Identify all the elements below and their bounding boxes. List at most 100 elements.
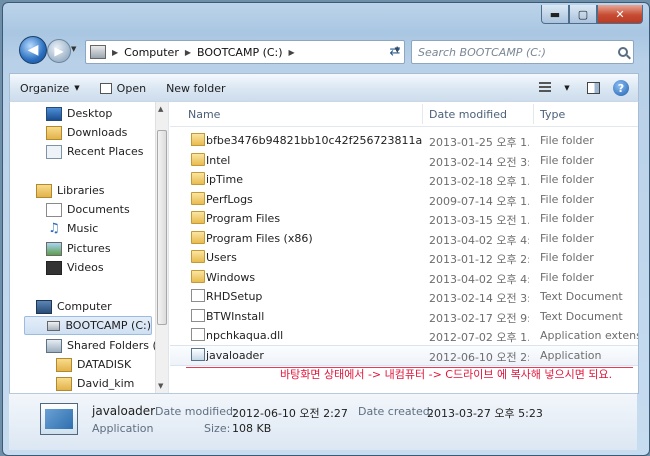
- details-date-modified: 2012-06-10 오전 2:27: [232, 407, 348, 420]
- scroll-down-icon[interactable]: ▼: [158, 382, 163, 390]
- breadcrumb-bootcamp[interactable]: BOOTCAMP (C:): [197, 46, 283, 59]
- file-date: 2013-02-18 오후 1...: [429, 175, 529, 188]
- file-date: 2013-01-25 오후 1...: [429, 136, 529, 149]
- new-folder-button[interactable]: New folder: [156, 74, 235, 102]
- details-file-type: Application: [92, 422, 154, 435]
- application-icon: [40, 403, 78, 435]
- details-pane: javaloader Application Date modified: 20…: [9, 393, 637, 450]
- file-type: File folder: [540, 232, 594, 245]
- nav-item-datadisk[interactable]: DATADISK: [56, 355, 131, 374]
- text-document-icon: [191, 309, 205, 322]
- chevron-right-icon[interactable]: ▶: [185, 48, 191, 57]
- file-row[interactable]: Program Files 2013-03-15 오전 1... File fold…: [170, 209, 638, 228]
- refresh-button[interactable]: ⇄: [383, 40, 407, 62]
- details-date-created-label: Date created:: [358, 405, 434, 418]
- file-row[interactable]: Users 2013-01-12 오후 2:... File folder: [170, 248, 638, 267]
- nav-item-bootcamp[interactable]: BOOTCAMP (C:): [24, 316, 152, 335]
- file-row[interactable]: RHDSetup 2013-02-14 오전 3:... Text Document: [170, 287, 638, 306]
- chevron-right-icon[interactable]: ▶: [112, 48, 118, 57]
- nav-item-label: BOOTCAMP (C:): [65, 319, 151, 332]
- organize-button[interactable]: Organize ▼: [10, 74, 90, 102]
- address-bar[interactable]: ▶ Computer ▶ BOOTCAMP (C:) ▶ ▼: [85, 40, 405, 64]
- nav-item-pictures[interactable]: Pictures: [46, 239, 111, 258]
- nav-item-videos[interactable]: Videos: [46, 258, 104, 277]
- drive-icon: [47, 320, 61, 331]
- details-size: 108 KB: [232, 422, 272, 435]
- command-bar: Organize ▼ Open New folder ▼ ?: [9, 73, 639, 102]
- shared-folder-icon: [46, 338, 62, 353]
- nav-item-desktop[interactable]: Desktop: [46, 104, 112, 123]
- maximize-button[interactable]: ▢: [569, 5, 597, 24]
- file-type: File folder: [540, 173, 594, 186]
- search-box[interactable]: Search BOOTCAMP (C:): [411, 40, 634, 64]
- file-date: 2013-02-14 오전 3:...: [429, 292, 529, 305]
- file-date: 2009-07-14 오후 1...: [429, 195, 529, 208]
- nav-item-label: Shared Folders (\: [67, 339, 161, 352]
- folder-icon: [191, 250, 205, 263]
- scroll-up-icon[interactable]: ▲: [158, 105, 163, 113]
- file-row[interactable]: Intel 2013-02-14 오전 3:... File folder: [170, 151, 638, 170]
- locked-folder-icon: [191, 133, 205, 146]
- recent-pages-dropdown[interactable]: ▼: [71, 45, 76, 53]
- nav-item-music[interactable]: ♫ Music: [46, 219, 98, 238]
- nav-item-david-kim[interactable]: David_kim: [56, 374, 134, 393]
- file-name: ipTime: [206, 173, 243, 186]
- column-header-type[interactable]: Type: [540, 108, 565, 121]
- close-button[interactable]: ✕: [597, 5, 643, 24]
- nav-item-label: Music: [67, 222, 99, 235]
- new-folder-label: New folder: [166, 81, 226, 95]
- file-type: File folder: [540, 271, 594, 284]
- nav-item-shared-folders[interactable]: Shared Folders (\: [46, 336, 160, 355]
- navigation-pane: Desktop Downloads Recent Places Librarie…: [10, 102, 166, 393]
- minimize-button[interactable]: ▬: [541, 5, 569, 24]
- search-input[interactable]: Search BOOTCAMP (C:): [418, 46, 618, 59]
- nav-item-downloads[interactable]: Downloads: [46, 123, 127, 142]
- folder-icon: [191, 270, 205, 283]
- forward-button[interactable]: ▶: [47, 39, 71, 63]
- chevron-right-icon[interactable]: ▶: [289, 48, 295, 57]
- file-row[interactable]: Program Files (x86) 2013-04-02 오후 4:... Fi…: [170, 229, 638, 248]
- text-document-icon: [191, 289, 205, 302]
- details-date-created: 2013-03-27 오후 5:23: [427, 407, 543, 420]
- file-type: Application: [540, 349, 602, 362]
- column-header-row: Name Date modified Type: [170, 102, 638, 127]
- back-button[interactable]: ◀: [19, 36, 47, 64]
- nav-item-label: Documents: [67, 203, 130, 216]
- nav-item-libraries[interactable]: Libraries: [36, 181, 105, 200]
- search-icon[interactable]: [618, 47, 628, 57]
- nav-item-computer[interactable]: Computer: [36, 297, 112, 316]
- column-divider[interactable]: [533, 104, 534, 124]
- file-name: RHDSetup: [206, 290, 263, 303]
- nav-item-label: DATADISK: [77, 358, 132, 371]
- preview-pane-button[interactable]: [582, 78, 604, 98]
- pane-divider[interactable]: [168, 102, 169, 393]
- column-divider[interactable]: [422, 104, 423, 124]
- file-row[interactable]: bfbe3476b94821bb10c42f256723811a 2013-01-…: [170, 131, 638, 150]
- computer-icon: [90, 45, 106, 59]
- help-button[interactable]: ?: [610, 78, 632, 98]
- nav-item-label: Recent Places: [67, 145, 144, 158]
- file-type: File folder: [540, 251, 594, 264]
- desktop-icon: [46, 106, 62, 121]
- file-row[interactable]: npchkaqua.dll 2012-07-02 오후 1... Applicati…: [170, 326, 638, 345]
- file-row[interactable]: BTWInstall 2013-02-17 오전 9:... Text Docume…: [170, 307, 638, 326]
- open-button[interactable]: Open: [90, 74, 156, 102]
- breadcrumb-computer[interactable]: Computer: [124, 46, 179, 59]
- file-row-selected[interactable]: javaloader 2012-06-10 오전 2:... Application: [170, 345, 638, 366]
- file-row[interactable]: PerfLogs 2009-07-14 오후 1... File folder: [170, 190, 638, 209]
- folder-icon: [191, 211, 205, 224]
- folder-icon: [191, 153, 205, 166]
- nav-item-recent-places[interactable]: Recent Places: [46, 142, 144, 161]
- view-options-dropdown[interactable]: ▼: [562, 78, 572, 98]
- nav-scrollbar-thumb[interactable]: [157, 130, 167, 325]
- folder-icon: [191, 231, 205, 244]
- nav-scrollbar[interactable]: ▲ ▼: [155, 102, 169, 393]
- file-row[interactable]: Windows 2013-04-02 오후 4:... File folder: [170, 268, 638, 287]
- file-row[interactable]: ipTime 2013-02-18 오후 1... File folder: [170, 170, 638, 189]
- nav-item-documents[interactable]: Documents: [46, 200, 130, 219]
- column-header-date[interactable]: Date modified: [429, 108, 507, 121]
- open-label: Open: [116, 81, 147, 95]
- column-header-name[interactable]: Name: [188, 108, 220, 121]
- change-view-button[interactable]: [534, 78, 556, 98]
- file-date: 2013-04-02 오후 4:...: [429, 273, 529, 286]
